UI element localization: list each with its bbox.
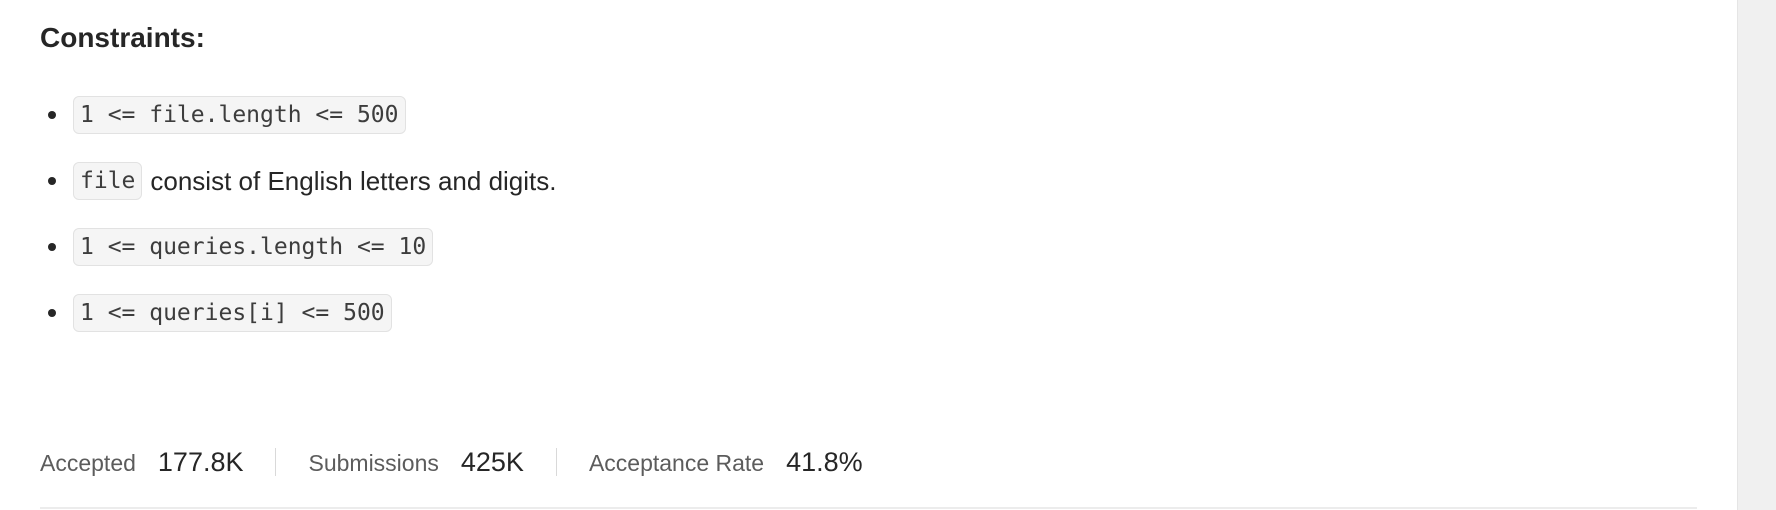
accepted-label: Accepted (40, 449, 136, 476)
constraint-code: file (73, 162, 143, 200)
problem-description-page: Constraints: 1 <= file.length <= 500 fil… (0, 0, 1776, 510)
bullet-icon (48, 177, 56, 185)
constraint-code: 1 <= queries.length <= 10 (73, 228, 434, 266)
bullet-icon (48, 111, 56, 119)
submissions-value: 425K (460, 446, 524, 477)
accepted-value: 177.8K (157, 446, 244, 477)
constraints-heading: Constraints: (40, 22, 205, 53)
panel-resizer[interactable] (1737, 0, 1776, 510)
section-divider (40, 507, 1697, 509)
constraint-code: 1 <= queries[i] <= 500 (73, 294, 392, 332)
submissions-stat: Submissions 425K (308, 447, 523, 478)
stat-divider (555, 448, 557, 476)
constraint-item: 1 <= queries.length <= 10 (40, 214, 557, 280)
constraint-code: 1 <= file.length <= 500 (73, 96, 406, 134)
constraint-item: 1 <= queries[i] <= 500 (40, 280, 557, 346)
constraint-item: file consist of English letters and digi… (40, 148, 557, 214)
constraint-item: 1 <= file.length <= 500 (40, 82, 557, 148)
description-panel: Constraints: 1 <= file.length <= 500 fil… (0, 0, 1737, 510)
drag-handle-icon[interactable]: ⋮ (1770, 224, 1776, 254)
stat-divider (275, 448, 277, 476)
acceptance-rate-label: Acceptance Rate (588, 449, 765, 476)
bullet-icon (48, 243, 56, 251)
constraints-list: 1 <= file.length <= 500 file consist of … (40, 82, 557, 346)
constraint-text: consist of English letters and digits. (150, 165, 557, 196)
accepted-stat: Accepted 177.8K (40, 447, 243, 478)
bullet-icon (48, 309, 56, 317)
acceptance-rate-value: 41.8% (786, 446, 863, 477)
submission-stats: Accepted 177.8K Submissions 425K Accepta… (40, 442, 863, 482)
acceptance-rate-stat: Acceptance Rate 41.8% (589, 447, 863, 478)
submissions-label: Submissions (308, 449, 439, 476)
